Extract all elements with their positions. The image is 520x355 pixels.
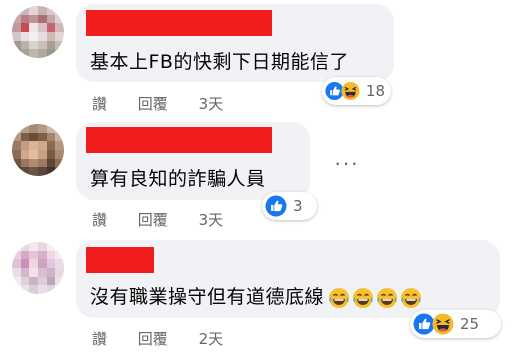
comment-text: 沒有職業操守但有道德底線: [90, 282, 422, 309]
tears-of-joy-emoji: [377, 287, 398, 308]
reaction-count: 18: [365, 82, 385, 100]
tears-of-joy-emoji: [329, 287, 350, 308]
comments-section: 基本上FB的快剩下日期能信了 18 讚 回覆 3天 算有良知的詐騙人員 ··· …: [0, 0, 520, 355]
emoji-group: [328, 287, 422, 309]
comment-actions: 讚 回覆 3天: [92, 209, 249, 230]
comment-timestamp[interactable]: 3天: [199, 211, 224, 229]
comment: 算有良知的詐騙人員 ··· 3 讚 回覆 3天: [0, 118, 520, 236]
avatar[interactable]: [12, 124, 64, 176]
tears-of-joy-emoji: [401, 287, 422, 308]
avatar[interactable]: [12, 6, 64, 58]
like-button[interactable]: 讚: [92, 330, 107, 348]
comment-actions: 讚 回覆 3天: [92, 93, 249, 114]
redacted-author-name: [86, 247, 154, 273]
comment: 基本上FB的快剩下日期能信了 18 讚 回覆 3天: [0, 0, 520, 118]
redacted-author-name: [86, 10, 272, 36]
reply-button[interactable]: 回覆: [138, 211, 168, 229]
reply-button[interactable]: 回覆: [138, 330, 168, 348]
comment-timestamp[interactable]: 3天: [199, 95, 224, 113]
tears-of-joy-emoji: [353, 287, 374, 308]
more-options-icon[interactable]: ···: [334, 152, 359, 174]
reaction-count: 3: [293, 197, 303, 215]
comment-timestamp[interactable]: 2天: [199, 330, 224, 348]
comment-text-content: 沒有職業操守但有道德底線: [90, 286, 325, 308]
like-button[interactable]: 讚: [92, 211, 107, 229]
like-icon: [265, 195, 287, 217]
avatar[interactable]: [12, 242, 64, 294]
reaction-summary[interactable]: 25: [410, 310, 501, 338]
comment-actions: 讚 回覆 2天: [92, 328, 249, 349]
reaction-summary[interactable]: 3: [262, 192, 317, 220]
haha-icon: [432, 313, 454, 335]
redacted-author-name: [86, 127, 272, 153]
reply-button[interactable]: 回覆: [138, 95, 168, 113]
reaction-summary[interactable]: 18: [322, 77, 391, 105]
comment: 沒有職業操守但有道德底線 25 讚 回覆 2天: [0, 236, 520, 355]
comment-text: 基本上FB的快剩下日期能信了: [90, 51, 349, 73]
haha-icon: [341, 81, 360, 101]
reaction-count: 25: [460, 315, 480, 333]
comment-text: 算有良知的詐騙人員: [90, 168, 266, 190]
like-button[interactable]: 讚: [92, 95, 107, 113]
